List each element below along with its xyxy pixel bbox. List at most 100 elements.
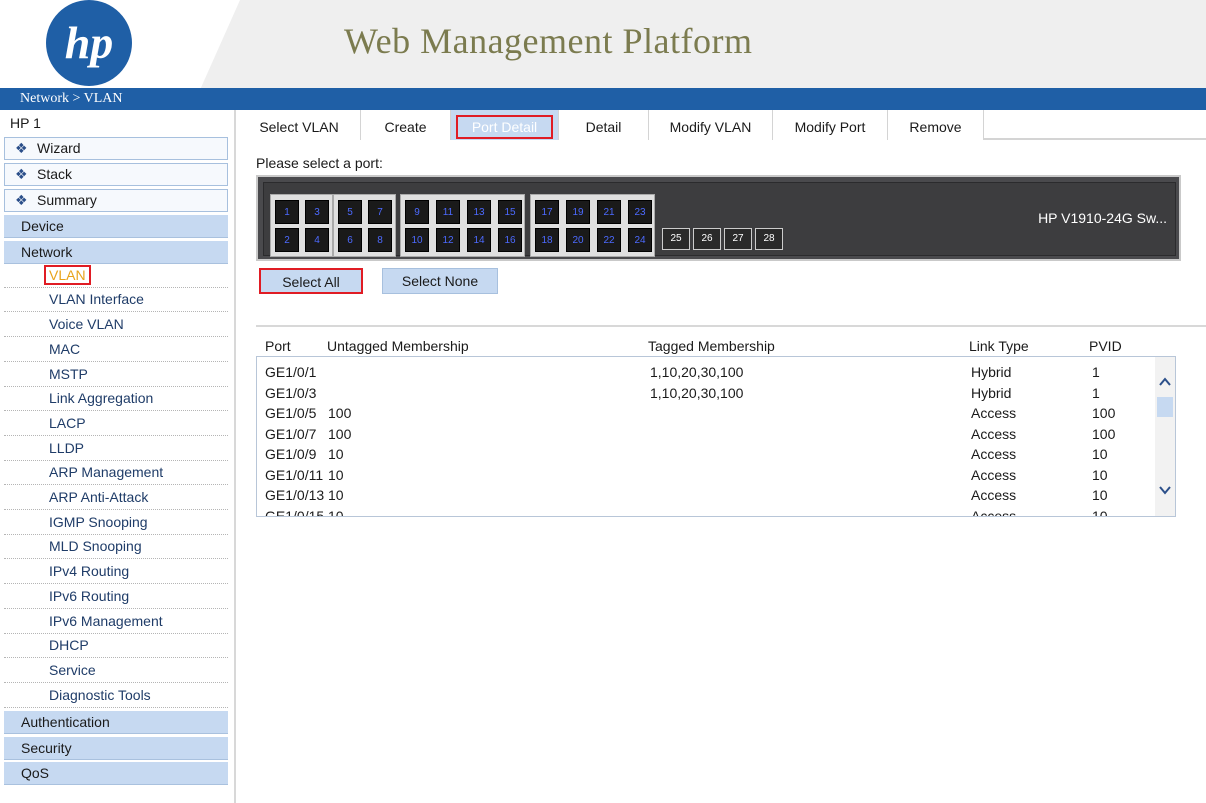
- port-8[interactable]: 8: [368, 228, 392, 252]
- port-6[interactable]: 6: [338, 228, 362, 252]
- table-scrollbar[interactable]: [1155, 357, 1175, 516]
- port-2[interactable]: 2: [275, 228, 299, 252]
- port-18[interactable]: 18: [535, 228, 559, 252]
- select-all-button[interactable]: Select All: [259, 268, 363, 294]
- tab-detail[interactable]: Detail: [559, 110, 649, 140]
- port-table[interactable]: GE1/0/1 1,10,20,30,100 Hybrid 1 GE1/0/3 …: [256, 356, 1176, 517]
- table-row[interactable]: GE1/0/13 10 Access 10: [257, 483, 1157, 503]
- chevron-down-icon[interactable]: [1158, 483, 1172, 497]
- page-title: Web Management Platform: [344, 21, 753, 61]
- sidebar-item-arp-management[interactable]: ARP Management: [4, 461, 228, 485]
- tab-modify-vlan[interactable]: Modify VLAN: [649, 110, 773, 140]
- port-23[interactable]: 23: [628, 200, 652, 224]
- cell-untagged: 10: [328, 508, 344, 517]
- sidebar-item-ipv6-management[interactable]: IPv6 Management: [4, 610, 228, 634]
- port-group: 17 19 21 23 18 20 22 24: [530, 194, 655, 257]
- sidebar-item-ipv4-routing[interactable]: IPv4 Routing: [4, 560, 228, 584]
- sidebar-category-authentication[interactable]: Authentication: [4, 711, 228, 734]
- cell-link-type: Hybrid: [971, 364, 1012, 380]
- port-11[interactable]: 11: [436, 200, 460, 224]
- sidebar-item-lldp[interactable]: LLDP: [4, 437, 228, 461]
- sidebar-item-mac[interactable]: MAC: [4, 338, 228, 362]
- tab-bar: Select VLAN Create Port Detail Detail Mo…: [238, 110, 1206, 140]
- cell-pvid: 10: [1092, 508, 1108, 517]
- port-15[interactable]: 15: [498, 200, 522, 224]
- tab-remove[interactable]: Remove: [888, 110, 984, 140]
- sidebar-item-label: VLAN: [44, 265, 91, 285]
- port-12[interactable]: 12: [436, 228, 460, 252]
- sidebar-item-lacp[interactable]: LACP: [4, 412, 228, 436]
- port-4[interactable]: 4: [305, 228, 329, 252]
- port-10[interactable]: 10: [405, 228, 429, 252]
- sidebar-item-mld-snooping[interactable]: MLD Snooping: [4, 535, 228, 559]
- port-16[interactable]: 16: [498, 228, 522, 252]
- tab-modify-port[interactable]: Modify Port: [773, 110, 888, 140]
- sfp-port-27[interactable]: 27: [724, 228, 752, 250]
- sidebar-item-service[interactable]: Service: [4, 659, 228, 683]
- sidebar-item-igmp-snooping[interactable]: IGMP Snooping: [4, 511, 228, 535]
- cell-port: GE1/0/3: [265, 385, 317, 401]
- port-3[interactable]: 3: [305, 200, 329, 224]
- sidebar-stack[interactable]: ❖ Stack: [4, 163, 228, 186]
- sidebar-category-qos[interactable]: QoS: [4, 762, 228, 785]
- sidebar-item-dhcp[interactable]: DHCP: [4, 634, 228, 658]
- header: hp Web Management Platform: [0, 0, 1206, 88]
- port-1[interactable]: 1: [275, 200, 299, 224]
- switch-panel-inner: 1 3 2 4 5 7 6 8 9 11 13 15 10 12 14 16 1…: [263, 182, 1176, 257]
- sidebar-category-device[interactable]: Device: [4, 215, 228, 238]
- port-17[interactable]: 17: [535, 200, 559, 224]
- table-row[interactable]: GE1/0/7 100 Access 100: [257, 422, 1157, 442]
- cell-port: GE1/0/15: [265, 508, 325, 517]
- sidebar-item-arp-anti-attack[interactable]: ARP Anti-Attack: [4, 486, 228, 510]
- port-5[interactable]: 5: [338, 200, 362, 224]
- cell-link-type: Access: [971, 508, 1017, 517]
- port-13[interactable]: 13: [467, 200, 491, 224]
- tab-select-vlan[interactable]: Select VLAN: [238, 110, 361, 140]
- sidebar-item-voice-vlan[interactable]: Voice VLAN: [4, 313, 228, 337]
- port-19[interactable]: 19: [566, 200, 590, 224]
- sidebar-item-ipv6-routing[interactable]: IPv6 Routing: [4, 585, 228, 609]
- select-none-button[interactable]: Select None: [382, 268, 498, 294]
- cell-pvid: 1: [1092, 364, 1100, 380]
- sidebar: HP 1 ❖ Wizard ❖ Stack ❖ Summary Device N…: [0, 110, 236, 803]
- sidebar-item-diagnostic-tools[interactable]: Diagnostic Tools: [4, 684, 228, 708]
- sfp-port-25[interactable]: 25: [662, 228, 690, 250]
- sidebar-item-vlan[interactable]: VLAN: [4, 264, 228, 288]
- table-row[interactable]: GE1/0/15 10 Access 10: [257, 504, 1157, 517]
- table-row[interactable]: GE1/0/5 100 Access 100: [257, 401, 1157, 421]
- cell-port: GE1/0/11: [265, 467, 324, 483]
- scrollbar-thumb[interactable]: [1157, 397, 1173, 417]
- divider: [256, 325, 1206, 327]
- table-row[interactable]: GE1/0/11 10 Access 10: [257, 463, 1157, 483]
- port-22[interactable]: 22: [597, 228, 621, 252]
- sidebar-category-network[interactable]: Network: [4, 241, 228, 264]
- sfp-port-26[interactable]: 26: [693, 228, 721, 250]
- port-20[interactable]: 20: [566, 228, 590, 252]
- port-21[interactable]: 21: [597, 200, 621, 224]
- sidebar-item-vlan-interface[interactable]: VLAN Interface: [4, 288, 228, 312]
- cell-pvid: 10: [1092, 487, 1108, 503]
- tab-create[interactable]: Create: [361, 110, 451, 140]
- table-row[interactable]: GE1/0/3 1,10,20,30,100 Hybrid 1: [257, 381, 1157, 401]
- column-header-port: Port: [265, 338, 291, 354]
- sidebar-item-link-aggregation[interactable]: Link Aggregation: [4, 387, 228, 411]
- chevron-up-icon[interactable]: [1158, 375, 1172, 389]
- table-row[interactable]: GE1/0/9 10 Access 10: [257, 442, 1157, 462]
- cell-link-type: Access: [971, 487, 1017, 503]
- sfp-port-28[interactable]: 28: [755, 228, 783, 250]
- port-7[interactable]: 7: [368, 200, 392, 224]
- sidebar-summary[interactable]: ❖ Summary: [4, 189, 228, 212]
- table-row[interactable]: GE1/0/1 1,10,20,30,100 Hybrid 1: [257, 360, 1157, 380]
- sidebar-item-mstp[interactable]: MSTP: [4, 363, 228, 387]
- switch-model-label: HP V1910-24G Sw...: [1038, 210, 1167, 226]
- cell-port: GE1/0/1: [265, 364, 317, 380]
- cell-pvid: 10: [1092, 446, 1108, 462]
- port-9[interactable]: 9: [405, 200, 429, 224]
- sidebar-wizard[interactable]: ❖ Wizard: [4, 137, 228, 160]
- tab-port-detail[interactable]: Port Detail: [451, 110, 559, 140]
- sidebar-category-security[interactable]: Security: [4, 737, 228, 760]
- switch-panel: 1 3 2 4 5 7 6 8 9 11 13 15 10 12 14 16 1…: [256, 175, 1181, 261]
- port-group: 1 3 2 4: [270, 194, 333, 257]
- port-24[interactable]: 24: [628, 228, 652, 252]
- port-14[interactable]: 14: [467, 228, 491, 252]
